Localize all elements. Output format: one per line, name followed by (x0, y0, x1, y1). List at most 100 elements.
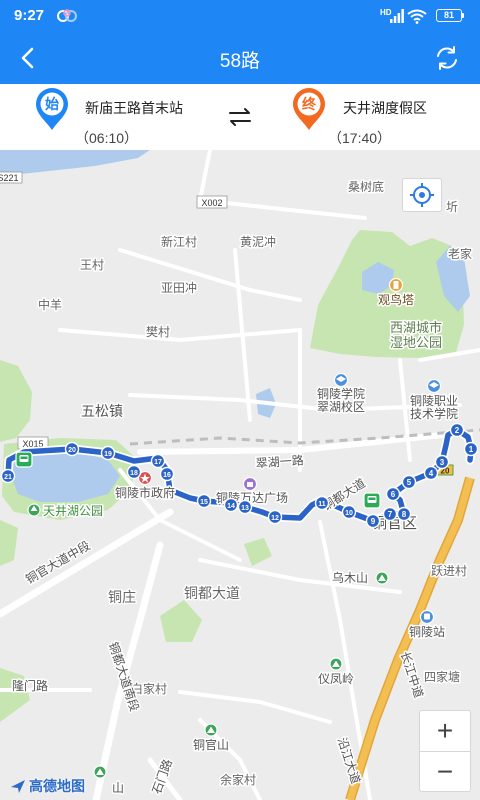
route-stop-number: 17 (154, 459, 162, 466)
route-stop[interactable]: 12 (267, 509, 283, 525)
poi-label: 铜陵学院 (317, 386, 365, 401)
page-title: 58路 (219, 51, 261, 72)
route-stop[interactable]: 2 (449, 422, 465, 438)
road-label: 铜都大道 (184, 585, 240, 601)
route-stop[interactable]: 9 (365, 513, 381, 529)
end-pin-icon: 终 (293, 88, 325, 130)
route-stop-number: 8 (402, 510, 407, 519)
end-badge: 终 (302, 96, 317, 112)
shield-x002: X002 (201, 198, 222, 208)
place-label: 王村 (80, 258, 104, 272)
route-stop-number: 12 (271, 515, 279, 522)
place-label: 四家塘 (424, 669, 460, 684)
route-stop-number: 14 (227, 503, 235, 510)
mountain-icon (375, 571, 389, 585)
signal-icon (390, 9, 404, 23)
route-stop[interactable]: 18 (126, 464, 142, 480)
notification-app-icon (57, 9, 77, 22)
route-stop-number: 5 (407, 478, 412, 487)
route-stop[interactable]: 15 (196, 493, 212, 509)
logo-text: 高德地图 (29, 778, 85, 794)
route-stop-number: 20 (68, 447, 76, 454)
route-stop-number: 1 (469, 445, 474, 454)
route-stop[interactable]: 4 (423, 465, 439, 481)
swap-direction-icon[interactable] (226, 104, 254, 130)
route-stop-number: 9 (371, 517, 376, 526)
route-stop-number: 2 (455, 426, 460, 435)
route-stop[interactable]: 21 (0, 468, 16, 484)
route-stop[interactable]: 7 (382, 506, 398, 522)
route-stop-number: 7 (388, 510, 393, 519)
route-stop[interactable]: 13 (237, 499, 253, 515)
place-label: 老家 (448, 246, 472, 261)
route-stop-number: 15 (200, 499, 208, 506)
route-stop[interactable]: 20 (64, 441, 80, 457)
place-label: 铜庄 (108, 589, 136, 605)
route-stop[interactable]: 1 (463, 441, 479, 457)
route-stop-number: 3 (440, 458, 445, 467)
poi-label: 西湖城市 (390, 320, 442, 335)
train-station-icon (419, 609, 435, 625)
road-label: 隆门路 (12, 678, 48, 693)
end-stop-name: 天井湖度假区 (343, 100, 427, 116)
poi-label: 铜陵站 (409, 624, 445, 639)
poi-label: 仪凤岭 (318, 672, 354, 686)
place-label: 余家村 (220, 772, 256, 787)
route-stop[interactable]: 10 (341, 504, 357, 520)
place-label: 桑树底 (348, 179, 384, 194)
route-stop[interactable]: 11 (314, 495, 330, 511)
route-stop[interactable]: 17 (150, 453, 166, 469)
route-stop-number: 11 (318, 501, 326, 508)
poi-label: 翠湖校区 (317, 399, 365, 414)
zoom-in-button[interactable]: + (420, 711, 470, 751)
mountain-icon (204, 723, 218, 737)
place-label: 圻 (446, 200, 458, 214)
poi-label: 山 (112, 781, 124, 795)
wifi-icon (407, 9, 427, 24)
locate-button[interactable] (402, 178, 442, 212)
mountain-icon (329, 657, 343, 671)
bus-route-screen: 9:27 HD 81 58路 始 新庙王路首末站 （06:10） 终 天井湖度假… (0, 0, 480, 800)
poi-label: 湿地公园 (390, 335, 442, 350)
route-stop[interactable]: 19 (100, 445, 116, 461)
route-stop[interactable]: 16 (159, 466, 175, 482)
poi-label: 乌木山 (332, 570, 368, 585)
bus-station-icon[interactable] (15, 451, 33, 468)
poi-label: 铜陵市政府 (115, 485, 175, 500)
shield-s221: S221 (0, 173, 19, 183)
route-stop[interactable]: 14 (223, 497, 239, 513)
route-stop-number: 16 (163, 472, 171, 479)
battery-cap (462, 13, 464, 18)
amap-arrow-icon (11, 780, 25, 793)
poi-label: 技术学院 (410, 406, 458, 421)
poi-label: 铜官山 (193, 737, 229, 752)
route-stop[interactable]: 8 (396, 506, 412, 522)
start-stop-time: （06:10） (75, 130, 139, 146)
place-label: 新江村 (161, 234, 197, 249)
place-label: 亚田冲 (161, 280, 197, 295)
poi-label: 铜陵职业 (410, 393, 458, 408)
route-stop-number: 4 (429, 469, 434, 478)
route-stop[interactable]: 3 (434, 454, 450, 470)
zoom-out-button[interactable]: − (420, 751, 470, 792)
map-canvas[interactable]: S221 X002 X015 20 桑树底 圻 老家 新江村 黄泥冲 王村 亚田… (0, 150, 480, 800)
refresh-icon[interactable] (433, 44, 461, 72)
mountain-icon (93, 765, 107, 779)
park-icon (27, 503, 41, 517)
place-label: 黄泥冲 (240, 234, 276, 249)
bus-station-icon[interactable] (363, 492, 381, 509)
app-header: 58路 (0, 32, 480, 84)
start-pin-icon: 始 (36, 88, 68, 130)
map-view[interactable]: S221 X002 X015 20 桑树底 圻 老家 新江村 黄泥冲 王村 亚田… (0, 150, 480, 800)
end-stop-time: （17:40） (328, 130, 392, 146)
route-stop-number: 18 (130, 470, 138, 477)
route-stop-number: 21 (4, 474, 12, 481)
start-stop-name: 新庙王路首末站 (85, 100, 183, 116)
route-stop-number: 10 (345, 510, 353, 517)
place-label: 五松镇 (81, 403, 123, 419)
status-time: 9:27 (14, 7, 45, 24)
route-stop[interactable]: 5 (401, 474, 417, 490)
route-endpoints-panel: 始 新庙王路首末站 （06:10） 终 天井湖度假区 （17:40） (0, 84, 480, 150)
poi-label: 观鸟塔 (378, 292, 414, 307)
route-stop[interactable]: 6 (385, 486, 401, 502)
